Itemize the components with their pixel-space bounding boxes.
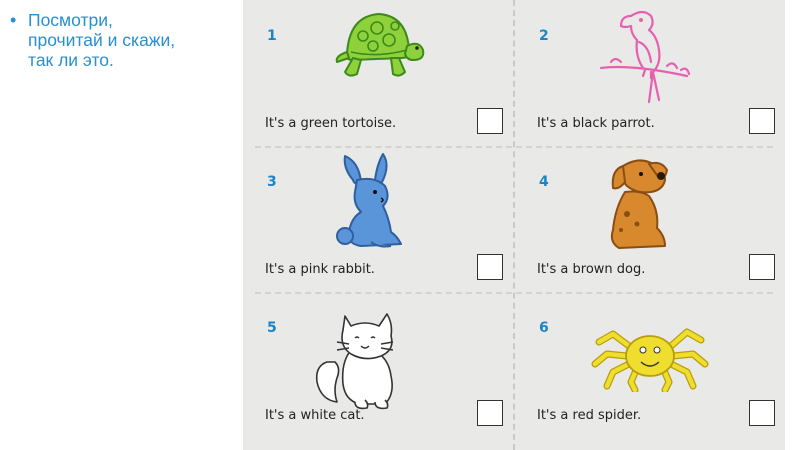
instruction-line: прочитай и скажи, [28,30,176,50]
item-sentence: It's a pink rabbit. [265,262,375,277]
item-sentence: It's a black parrot. [537,116,655,131]
answer-checkbox[interactable] [749,254,775,280]
answer-checkbox[interactable] [749,400,775,426]
answer-checkbox[interactable] [477,400,503,426]
worksheet-image: 1 It's a green tortoise. 2 It's a black … [243,0,785,450]
rabbit-icon [336,153,402,248]
answer-checkbox[interactable] [749,108,775,134]
item-number: 1 [267,28,277,44]
cat-icon [315,313,394,410]
instruction-panel: • Посмотри, прочитай и скажи, так ли это… [0,0,240,450]
instruction-line: так ли это. [28,50,114,70]
item-number: 3 [267,174,277,190]
exercise-item-4: 4 It's a brown dog. [521,152,783,297]
exercise-item-1: 1 It's a green tortoise. [249,6,511,151]
item-sentence: It's a red spider. [537,408,642,423]
instruction-line: Посмотри, [28,10,113,30]
item-number: 2 [539,28,549,44]
tortoise-icon [335,13,425,77]
item-number: 4 [539,174,549,190]
item-sentence: It's a brown dog. [537,262,646,277]
exercise-item-2: 2 It's a black parrot. [521,6,783,151]
dog-icon [610,159,668,249]
column-divider [513,0,515,450]
instruction-bullet: • Посмотри, прочитай и скажи, так ли это… [10,10,235,70]
item-sentence: It's a green tortoise. [265,116,397,131]
item-sentence: It's a white cat. [265,408,365,423]
exercise-item-5: 5 It's a white cat. [249,298,511,443]
parrot-icon [599,10,691,104]
bullet-dot-icon: • [10,10,17,30]
exercise-item-3: 3 It's a pink rabbit. [249,152,511,297]
spider-icon [591,328,709,392]
answer-checkbox[interactable] [477,108,503,134]
answer-checkbox[interactable] [477,254,503,280]
item-number: 5 [267,320,277,336]
instruction-text: Посмотри, прочитай и скажи, так ли это. [28,10,175,70]
item-number: 6 [539,320,549,336]
exercise-item-6: 6 It's a red spider. [521,298,783,443]
